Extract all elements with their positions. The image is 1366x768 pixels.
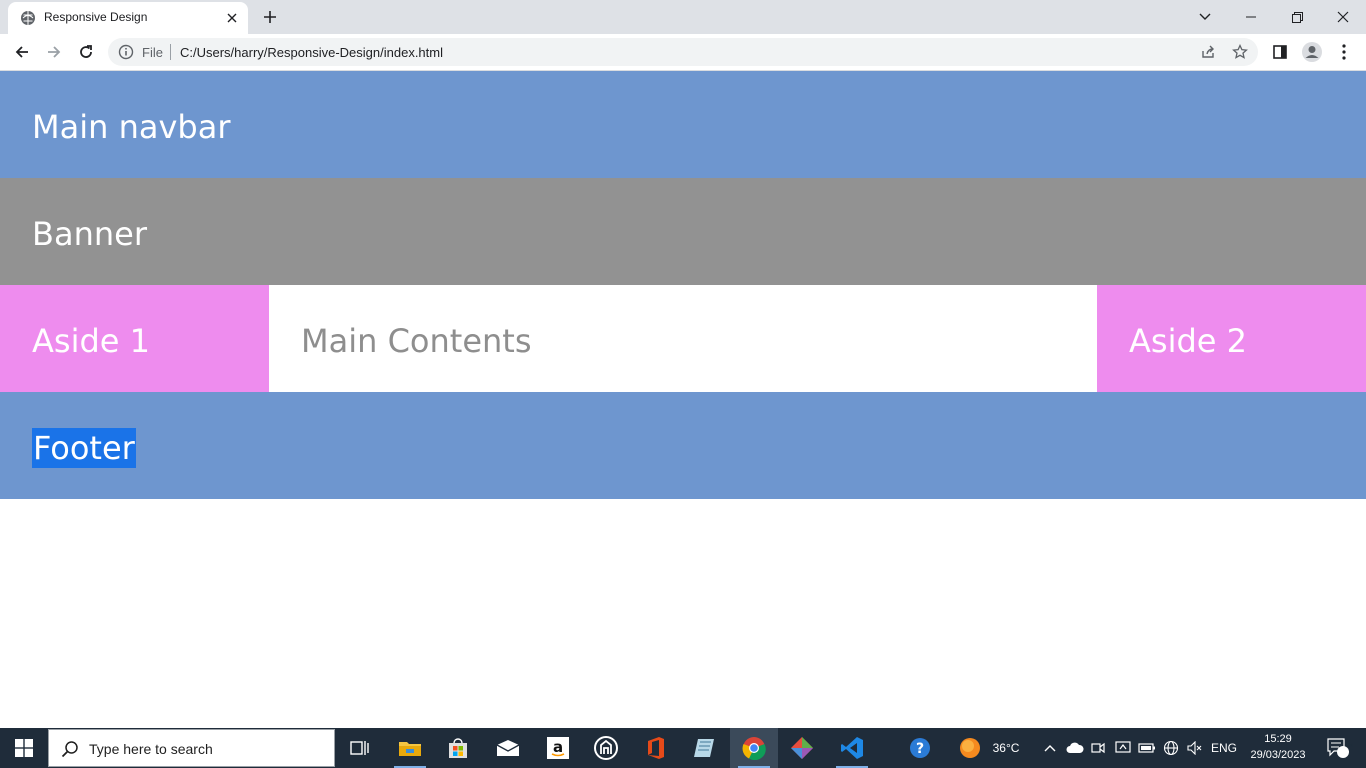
reload-button[interactable] — [72, 38, 100, 66]
file-explorer-icon[interactable] — [386, 728, 434, 768]
volume-muted-icon[interactable] — [1184, 728, 1206, 768]
tab-search-chevron-icon[interactable] — [1182, 0, 1228, 34]
aside-1: Aside 1 — [0, 285, 269, 392]
camera-icon[interactable] — [1088, 728, 1108, 768]
svg-text:?: ? — [916, 741, 924, 757]
close-window-button[interactable] — [1320, 0, 1366, 34]
battery-icon[interactable] — [1136, 728, 1158, 768]
amazon-icon[interactable]: a — [534, 728, 582, 768]
office-icon[interactable] — [632, 728, 680, 768]
clock-time: 15:29 — [1264, 733, 1292, 745]
clock-date: 29/03/2023 — [1250, 749, 1306, 761]
minimize-button[interactable] — [1228, 0, 1274, 34]
footer: Footer — [0, 392, 1366, 499]
share-icon[interactable] — [1200, 44, 1216, 60]
info-icon[interactable] — [118, 44, 134, 60]
banner-heading: Banner — [32, 215, 147, 253]
action-center-icon[interactable]: 4 — [1318, 728, 1358, 768]
svg-text:a: a — [553, 738, 563, 756]
divider — [170, 44, 171, 60]
onedrive-cloud-icon[interactable] — [1064, 728, 1086, 768]
network-globe-icon[interactable] — [1160, 728, 1182, 768]
browser-tabstrip: Responsive Design — [0, 0, 1366, 34]
notebook-app-icon[interactable] — [680, 728, 728, 768]
side-panel-icon[interactable] — [1266, 38, 1294, 66]
main-contents-heading: Main Contents — [301, 322, 532, 360]
chevron-up-icon[interactable] — [1040, 728, 1060, 768]
profile-avatar-icon[interactable] — [1298, 38, 1326, 66]
back-button[interactable] — [8, 38, 36, 66]
search-icon — [61, 741, 78, 758]
app-circle-icon[interactable] — [582, 728, 630, 768]
tab-responsive-design[interactable]: Responsive Design — [8, 2, 248, 34]
new-tab-button[interactable] — [258, 6, 282, 28]
windows-taskbar: Type here to search a ? 36°C ENG 15:29 2… — [0, 728, 1366, 768]
aside-2-heading: Aside 2 — [1129, 322, 1247, 360]
close-tab-icon[interactable] — [224, 10, 240, 26]
file-scheme-label: File — [142, 45, 163, 60]
aside-2: Aside 2 — [1097, 285, 1366, 392]
main-contents: Main Contents — [269, 285, 1097, 392]
chrome-icon[interactable] — [730, 728, 778, 768]
banner: Banner — [0, 178, 1366, 285]
task-view-icon[interactable] — [336, 728, 384, 768]
vscode-icon[interactable] — [828, 728, 876, 768]
globe-icon — [21, 11, 35, 25]
search-placeholder: Type here to search — [89, 741, 213, 757]
weather-temperature[interactable]: 36°C — [986, 728, 1026, 768]
notification-count-badge: 4 — [1348, 742, 1354, 753]
system-clock[interactable]: 15:29 29/03/2023 — [1246, 731, 1310, 763]
display-icon[interactable] — [1112, 728, 1134, 768]
web-page: Main navbar Banner Aside 1 Main Contents… — [0, 71, 1366, 728]
mail-icon[interactable] — [484, 728, 532, 768]
taskbar-search-box[interactable]: Type here to search — [48, 729, 335, 767]
url-text[interactable]: C:/Users/harry/Responsive-Design/index.h… — [180, 45, 443, 60]
footer-heading-selected: Footer — [32, 428, 136, 468]
browser-toolbar: File C:/Users/harry/Responsive-Design/in… — [0, 34, 1366, 71]
forward-button[interactable] — [40, 38, 68, 66]
restore-button[interactable] — [1274, 0, 1320, 34]
bookmark-star-icon[interactable] — [1232, 44, 1248, 60]
language-indicator[interactable]: ENG — [1208, 728, 1240, 768]
help-icon[interactable]: ? — [896, 728, 944, 768]
microsoft-store-icon[interactable] — [434, 728, 482, 768]
main-navbar: Main navbar — [0, 71, 1366, 178]
tab-title: Responsive Design — [44, 10, 148, 24]
aside-1-heading: Aside 1 — [32, 322, 150, 360]
more-menu-icon[interactable] — [1330, 38, 1358, 66]
navbar-heading: Main navbar — [32, 108, 231, 146]
windows-logo-icon — [15, 739, 33, 757]
address-bar[interactable]: File C:/Users/harry/Responsive-Design/in… — [108, 38, 1258, 66]
start-button[interactable] — [0, 728, 48, 768]
git-tool-icon[interactable] — [778, 728, 826, 768]
